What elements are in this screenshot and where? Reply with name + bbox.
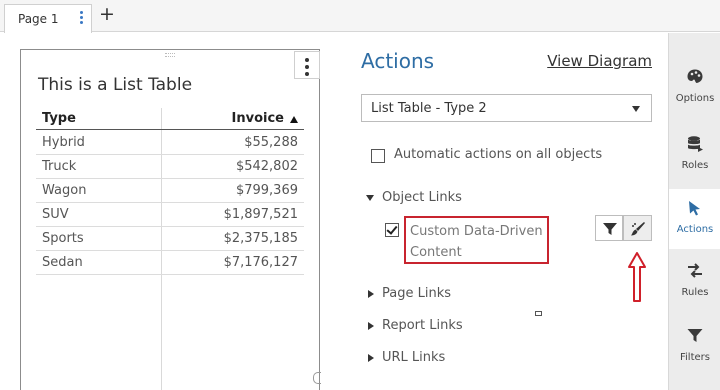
table-header: Type Invoice (36, 108, 304, 130)
kebab-dot (305, 58, 309, 62)
list-table: Type Invoice Hybrid $55,288 Truck $542,8… (36, 108, 304, 390)
expand-right-icon[interactable] (368, 290, 374, 298)
tab-options-icon[interactable] (77, 9, 85, 27)
resize-handle[interactable] (313, 372, 321, 384)
cell-type: Truck (42, 159, 77, 174)
pane-title: Actions (361, 49, 435, 73)
drag-grip-icon[interactable] (165, 53, 175, 57)
report-canvas: This is a List Table Type Invoice Hybrid… (0, 33, 334, 390)
funnel-icon (603, 223, 617, 235)
cell-invoice: $799,369 (235, 183, 298, 198)
tab-page-1[interactable]: Page 1 (4, 4, 92, 33)
rail-label: Rules (681, 287, 709, 298)
rail-item-rules[interactable]: Rules (669, 252, 720, 312)
section-object-links[interactable]: Object Links (382, 190, 462, 205)
palette-icon (687, 69, 703, 83)
small-box-icon (535, 311, 542, 316)
cell-invoice: $2,375,185 (223, 231, 298, 246)
sort-ascending-icon[interactable] (290, 116, 298, 123)
add-page-button[interactable]: + (98, 4, 116, 24)
cell-invoice: $55,288 (244, 135, 298, 150)
cell-type: SUV (42, 207, 69, 222)
page-tab-bar: Page 1 + (0, 0, 720, 33)
table-row[interactable]: Sports $2,375,185 (36, 227, 304, 251)
custom-content-label: Custom Data-Driven Content (410, 224, 543, 260)
rail-item-roles[interactable]: Roles (669, 125, 720, 185)
table-row[interactable]: Hybrid $55,288 (36, 131, 304, 155)
annotation-up-arrow-icon (628, 252, 646, 302)
rail-item-actions[interactable]: Actions (669, 189, 720, 249)
object-menu-button[interactable] (294, 51, 320, 79)
brush-action-button[interactable] (623, 215, 652, 241)
rail-item-filters[interactable]: Filters (669, 317, 720, 377)
list-table-object[interactable]: This is a List Table Type Invoice Hybrid… (20, 49, 320, 390)
filter-action-button[interactable] (595, 215, 623, 241)
cell-type: Wagon (42, 183, 87, 198)
right-rail: Options Roles Actions Rules Filters (668, 33, 720, 390)
column-header-invoice[interactable]: Invoice (232, 111, 284, 126)
kebab-dot (305, 72, 309, 76)
auto-actions-label: Automatic actions on all objects (394, 147, 603, 162)
expand-down-icon[interactable] (366, 195, 374, 201)
rail-label: Roles (681, 160, 709, 171)
expand-right-icon[interactable] (368, 322, 374, 330)
section-page-links[interactable]: Page Links (382, 286, 451, 301)
list-table-title: This is a List Table (38, 75, 193, 95)
rail-label: Options (675, 93, 715, 104)
table-row[interactable]: Wagon $799,369 (36, 179, 304, 203)
custom-content-highlight: Custom Data-Driven Content (404, 216, 549, 264)
cursor-icon (689, 201, 700, 216)
database-icon (688, 136, 703, 152)
section-report-links[interactable]: Report Links (382, 318, 463, 333)
kebab-dot (305, 65, 309, 69)
rail-label: Filters (680, 352, 710, 363)
rail-label: Actions (676, 224, 714, 235)
funnel-icon (687, 329, 703, 342)
table-row[interactable]: SUV $1,897,521 (36, 203, 304, 227)
expand-right-icon[interactable] (368, 354, 374, 362)
auto-actions-checkbox[interactable] (371, 149, 385, 163)
section-url-links[interactable]: URL Links (382, 350, 445, 365)
table-row[interactable]: Sedan $7,176,127 (36, 251, 304, 275)
rail-item-options[interactable]: Options (669, 58, 720, 118)
paintbrush-icon (631, 222, 645, 236)
object-select[interactable]: List Table - Type 2 (361, 94, 652, 122)
actions-pane: Actions View Diagram List Table - Type 2… (335, 33, 668, 390)
tab-page-1-label: Page 1 (18, 12, 59, 26)
object-select-value: List Table - Type 2 (371, 101, 487, 116)
cell-invoice: $7,176,127 (223, 255, 298, 270)
view-diagram-link[interactable]: View Diagram (547, 52, 652, 70)
table-row[interactable]: Truck $542,802 (36, 155, 304, 179)
custom-content-checkbox[interactable] (385, 223, 399, 237)
cell-type: Hybrid (42, 135, 85, 150)
column-header-type[interactable]: Type (42, 111, 76, 126)
chevron-down-icon (632, 106, 640, 112)
swap-arrows-icon (688, 263, 702, 278)
cell-invoice: $542,802 (235, 159, 298, 174)
cell-type: Sedan (42, 255, 83, 270)
cell-invoice: $1,897,521 (223, 207, 298, 222)
cell-type: Sports (42, 231, 84, 246)
